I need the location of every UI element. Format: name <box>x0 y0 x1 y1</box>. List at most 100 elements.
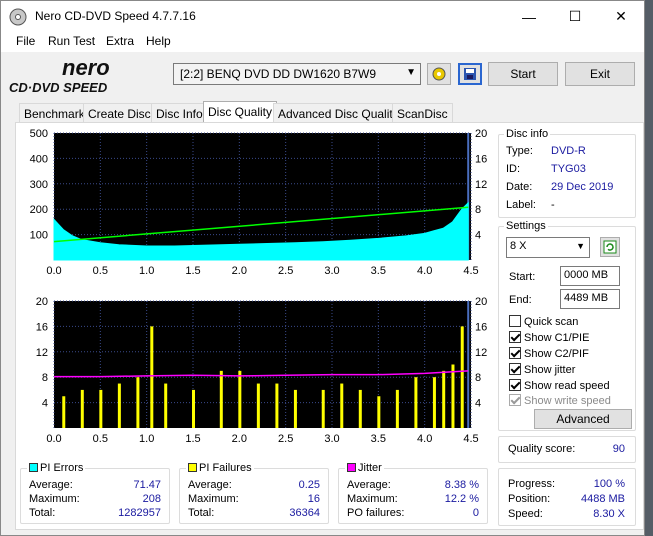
quick-scan-label: Quick scan <box>524 316 579 328</box>
x-tick-label: 2.5 <box>278 265 293 277</box>
pif-total-value: 36364 <box>289 507 320 519</box>
pi-errors-group: PI Errors Average: 71.47 Maximum: 208 To… <box>20 462 170 524</box>
speed-select[interactable]: 8 X ▼ <box>506 237 590 258</box>
y2-tick-label: 4 <box>475 230 481 242</box>
menu-extra[interactable]: Extra <box>106 34 134 48</box>
x-tick-label: 1.0 <box>139 265 154 277</box>
pi-failures-chart-svg: 0.0 0.5 1.0 1.5 2.0 2.5 3.0 3.5 4.0 4.5 20 16 12 8 4 20… <box>36 296 488 445</box>
drive-select[interactable]: [2:2] BENQ DVD DD DW1620 B7W9 ▼ <box>173 63 421 85</box>
start-button[interactable]: Start <box>488 62 558 86</box>
pi-failures-bar <box>460 326 464 428</box>
plot-area <box>54 301 471 428</box>
jitter-title-text: Jitter <box>358 462 382 474</box>
pie-avg-label: Average: <box>29 479 73 491</box>
checkbox-box <box>509 331 521 343</box>
x-tick-label: 2.0 <box>232 265 247 277</box>
x-tick-label: 2.0 <box>232 433 247 445</box>
pi-failures-bar <box>62 396 66 428</box>
end-field[interactable]: 4489 MB <box>560 289 620 309</box>
minimize-button[interactable]: — <box>506 1 552 32</box>
show-c1pie-label: Show C1/PIE <box>524 332 590 344</box>
quality-score-value: 90 <box>612 443 625 455</box>
eject-button[interactable] <box>427 63 451 85</box>
pi-failures-bar <box>99 389 103 428</box>
pie-total-label: Total: <box>29 507 56 519</box>
x-tick-label: 1.5 <box>185 433 200 445</box>
show-write-speed-checkbox: Show write speed <box>509 394 611 407</box>
exit-button[interactable]: Exit <box>565 62 635 86</box>
show-c2pif-checkbox[interactable]: Show C2/PIF <box>509 347 589 360</box>
pif-max-label: Maximum: <box>188 493 239 505</box>
y2-tick-label: 4 <box>475 398 481 410</box>
drive-label: [2:2] BENQ DVD DD DW1620 B7W9 <box>180 67 377 81</box>
x-tick-label: 3.5 <box>371 433 386 445</box>
y-tick-label: 20 <box>36 296 48 308</box>
y2-tick-label: 20 <box>475 128 487 140</box>
y2-tick-label: 8 <box>475 204 481 216</box>
show-write-speed-label: Show write speed <box>524 395 611 407</box>
tab-advanced-disc-quality[interactable]: Advanced Disc Quality <box>273 103 404 123</box>
progress-value: 100 % <box>593 478 625 490</box>
pi-failures-bar <box>192 389 195 428</box>
y2-tick-label: 12 <box>475 347 487 359</box>
y-tick-label: 16 <box>36 321 48 333</box>
start-field[interactable]: 0000 MB <box>560 266 620 286</box>
x-tick-label: 3.5 <box>371 265 386 277</box>
x-tick-label: 0.5 <box>93 433 108 445</box>
x-tick-label: 4.0 <box>417 265 432 277</box>
pi-failures-bar <box>238 370 242 428</box>
jitter-title: Jitter <box>345 462 384 474</box>
tab-create-disc[interactable]: Create Disc <box>83 103 156 123</box>
refresh-speed-button[interactable] <box>600 237 620 257</box>
pi-failures-bar <box>80 389 84 428</box>
y2-tick-label: 16 <box>475 153 487 165</box>
settings-group: Settings 8 X ▼ Start: 0000 MB End: 4489 … <box>498 220 636 431</box>
pi-failures-bar <box>340 383 344 428</box>
type-label: Type: <box>506 145 533 157</box>
save-button[interactable] <box>458 63 482 85</box>
pi-failures-bar <box>150 326 154 428</box>
pie-total-value: 1282957 <box>118 507 161 519</box>
checkbox-box <box>509 363 521 375</box>
show-read-speed-checkbox[interactable]: Show read speed <box>509 379 610 392</box>
tab-disc-quality[interactable]: Disc Quality <box>203 101 278 124</box>
menu-help[interactable]: Help <box>146 34 171 48</box>
pi-errors-title-text: PI Errors <box>40 462 84 474</box>
date-value: 29 Dec 2019 <box>551 181 614 193</box>
y2-tick-label: 8 <box>475 372 481 384</box>
show-jitter-checkbox[interactable]: Show jitter <box>509 363 575 376</box>
pi-failures-bar <box>219 370 223 428</box>
refresh-icon <box>603 240 617 254</box>
save-icon <box>464 68 476 80</box>
quick-scan-checkbox[interactable]: Quick scan <box>509 315 578 328</box>
tab-benchmark[interactable]: Benchmark <box>19 103 90 123</box>
pi-failures-bar <box>321 389 325 428</box>
menu-file[interactable]: File <box>16 34 35 48</box>
label-label: Label: <box>506 199 536 211</box>
show-c1pie-checkbox[interactable]: Show C1/PIE <box>509 331 589 344</box>
pi-failures-bar <box>395 389 399 428</box>
speed-label: Speed: <box>508 508 543 520</box>
x-tick-label: 0.5 <box>93 265 108 277</box>
pi-failures-bar <box>293 389 297 428</box>
close-button[interactable]: ✕ <box>598 1 644 32</box>
jitter-max-label: Maximum: <box>347 493 398 505</box>
tab-disc-info[interactable]: Disc Info <box>151 103 208 123</box>
po-failures-value: 0 <box>472 507 479 519</box>
position-label: Position: <box>508 493 551 505</box>
maximize-button[interactable]: ☐ <box>552 1 598 32</box>
checkbox-box <box>509 347 521 359</box>
pi-errors-chart-svg: 0.0 0.5 1.0 1.5 2.0 2.5 3.0 3.5 4.0 4.5 500 400 300 2… <box>30 128 488 277</box>
pi-failures-bar <box>432 377 436 428</box>
position-value: 4488 MB <box>580 493 625 505</box>
advanced-button[interactable]: Advanced <box>534 409 632 429</box>
pif-total-label: Total: <box>188 507 215 519</box>
pi-failures-bar <box>358 389 362 428</box>
settings-title: Settings <box>504 220 548 232</box>
jitter-avg-label: Average: <box>347 479 391 491</box>
tab-scandisc[interactable]: ScanDisc <box>392 103 453 123</box>
menu-run-test[interactable]: Run Test <box>48 34 95 48</box>
quality-score-group: Quality score: 90 <box>498 436 636 463</box>
y-tick-label: 12 <box>36 347 48 359</box>
y-tick-label: 8 <box>42 372 48 384</box>
